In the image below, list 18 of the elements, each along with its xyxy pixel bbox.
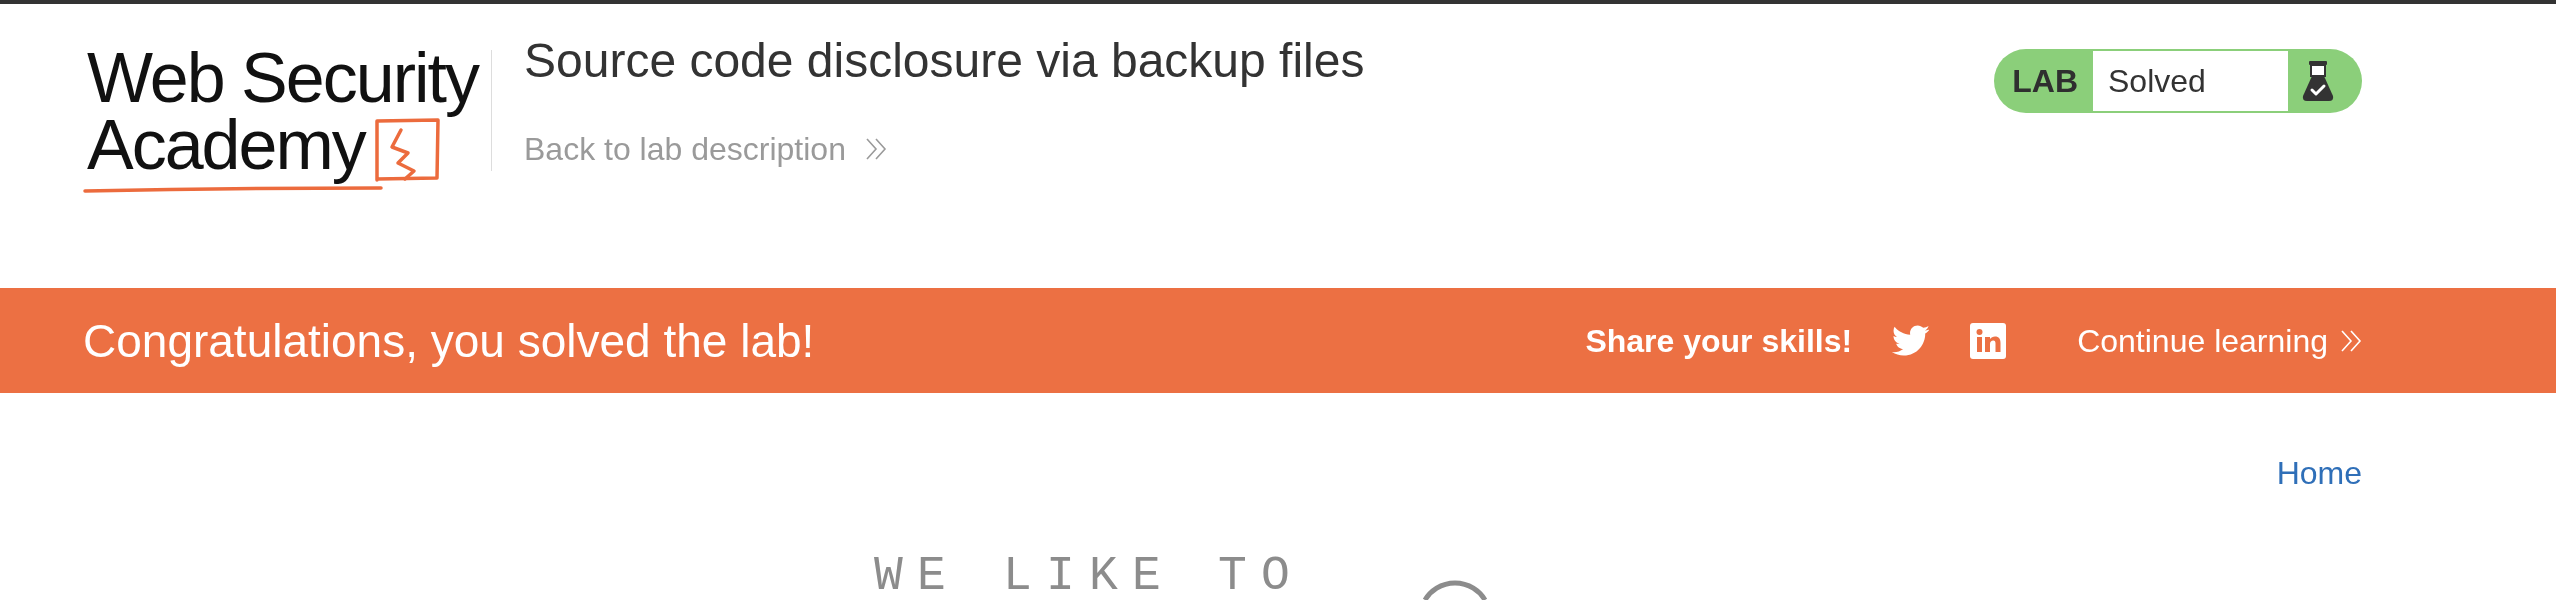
flask-icon xyxy=(2302,61,2334,101)
logo-underline-icon xyxy=(83,185,383,193)
home-link[interactable]: Home xyxy=(2276,457,2362,489)
bird-icon[interactable] xyxy=(1892,325,1930,356)
share-skills-label: Share your skills! xyxy=(1585,324,1853,357)
logo-text: Web Security xyxy=(87,51,480,118)
arc-icon xyxy=(1422,580,1489,600)
lab-label: LAB xyxy=(2011,62,2079,101)
logo-mark-icon xyxy=(373,118,441,182)
back-to-lab-link[interactable]: Back to lab description xyxy=(524,133,887,165)
linkedin-icon[interactable] xyxy=(1970,322,2007,359)
double-chevron-icon xyxy=(864,138,887,160)
logo-text: Academy xyxy=(87,118,366,185)
continue-learning-link[interactable]: Continue learning xyxy=(2077,324,2362,357)
hero-heading: WE LIKE TO xyxy=(874,552,1305,600)
double-chevron-icon xyxy=(2340,329,2362,352)
lab-title: Source code disclosure via backup files xyxy=(524,37,1365,85)
status-value: Solved xyxy=(2093,51,2288,111)
